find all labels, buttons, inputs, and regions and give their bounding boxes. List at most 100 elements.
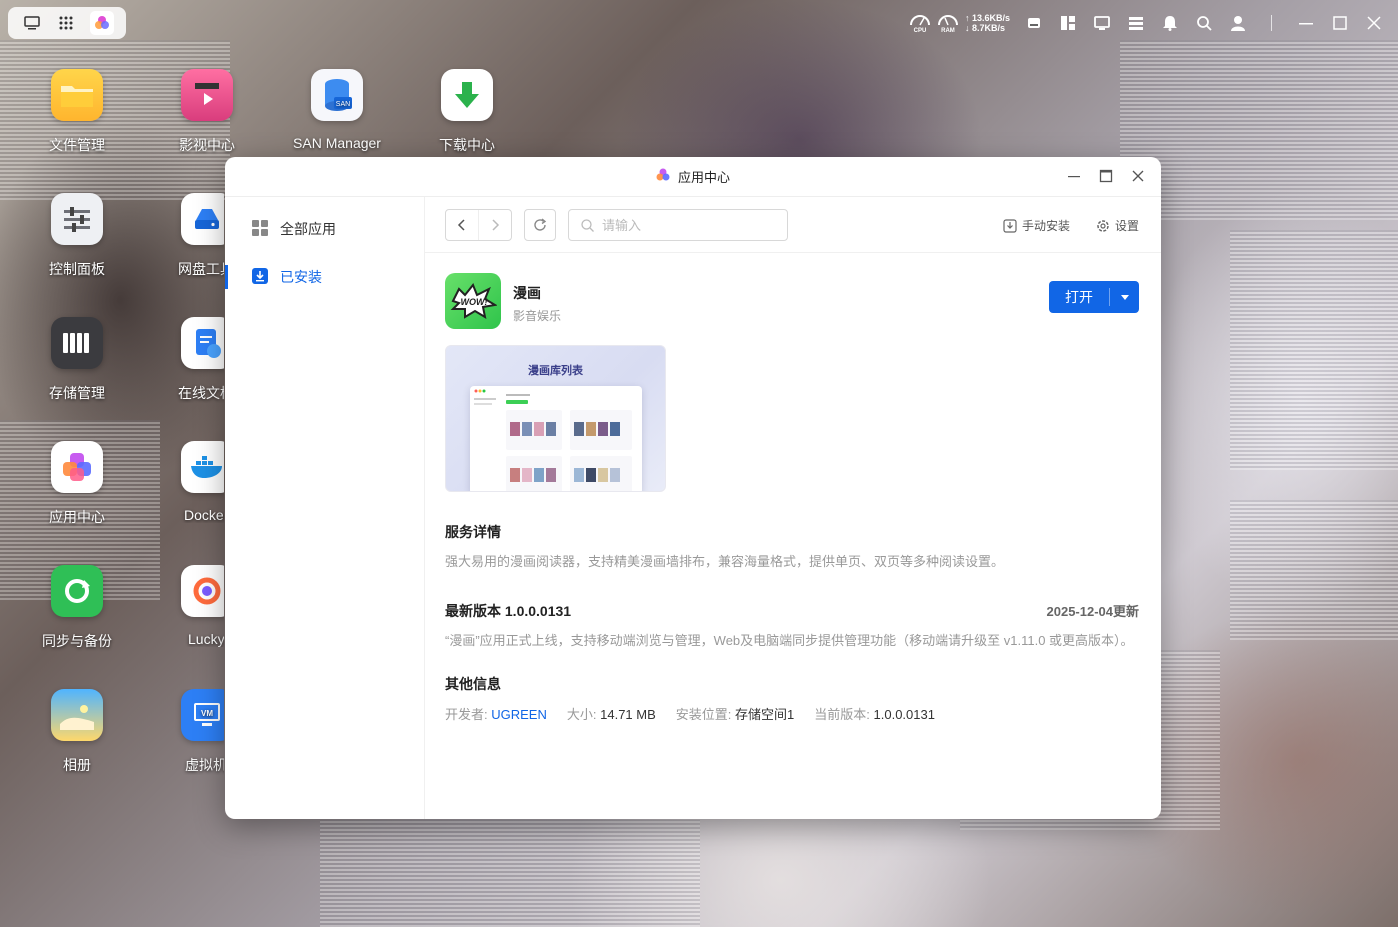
monitor-icon[interactable]: [1092, 13, 1112, 33]
desktop-app-download-center[interactable]: 下载中心: [412, 69, 522, 155]
desktop-app-label: Lucky: [188, 631, 224, 647]
manual-install-button[interactable]: 手动安装: [1003, 217, 1070, 234]
version-notes: “漫画”应用正式上线，支持移动端浏览与管理，Web及电脑端同步提供管理功能（移动…: [445, 633, 1134, 648]
window-titlebar[interactable]: 应用中心: [225, 157, 1161, 197]
app-detail: WOW! 漫画 影音娱乐 打开 漫画库列表 服务详情 强大易用的漫画阅读器，支持…: [445, 273, 1139, 723]
sidebar-item-label: 已安装: [280, 269, 322, 285]
desktop-app-label: 同步与备份: [42, 633, 112, 649]
desktop-app-storage-manager[interactable]: 存储管理: [22, 317, 132, 403]
version-row: 最新版本 1.0.0.0131 2025-12-04更新: [445, 601, 1139, 621]
sidebar-item-installed[interactable]: 已安装: [225, 261, 424, 293]
settings-label: 设置: [1114, 219, 1139, 233]
desktop-app-label: 相册: [63, 757, 91, 773]
drive-icon[interactable]: [1024, 13, 1044, 33]
app-center-taskbar-icon[interactable]: [90, 11, 114, 35]
upload-speed: 13.6KB/s: [971, 13, 1010, 23]
desktop-app-virtual-machine[interactable]: VM 虚拟机: [152, 689, 224, 775]
system-monitor[interactable]: CPU RAM ↑ 13.6KB/s ↓ 8.7KB/s: [909, 12, 1010, 34]
current-version-value: 1.0.0.0131: [873, 707, 935, 722]
app-screenshot[interactable]: 漫画库列表: [445, 345, 666, 492]
photo-icon: [51, 689, 103, 741]
size-key: 大小:: [566, 707, 597, 722]
minimize-icon[interactable]: [1296, 13, 1316, 33]
app-header: WOW! 漫画 影音娱乐 打开: [445, 273, 1139, 329]
upload-arrow-icon: ↑: [964, 13, 972, 23]
screenshot-title: 漫画库列表: [528, 365, 583, 377]
back-button[interactable]: [446, 210, 478, 240]
open-button[interactable]: 打开: [1049, 281, 1109, 313]
desktop-app-app-center[interactable]: 应用中心: [22, 441, 132, 527]
open-button-group: 打开: [1049, 281, 1139, 313]
svg-text:VM: VM: [201, 709, 213, 718]
desktop-app-sync-backup[interactable]: 同步与备份: [22, 565, 132, 651]
other-info-row: 开发者: UGREEN 大小: 14.71 MB 安装位置: 存储空间1 当前版…: [445, 704, 1139, 723]
app-grid-icon[interactable]: [56, 13, 76, 33]
drive-icon: [181, 193, 224, 245]
developer-link[interactable]: UGREEN: [491, 707, 547, 722]
server-icon[interactable]: [1126, 13, 1146, 33]
chevron-left-icon: [457, 219, 465, 231]
desktop-app-lucky[interactable]: Lucky: [152, 565, 224, 647]
folder-icon: [51, 69, 103, 121]
open-dropdown-button[interactable]: [1109, 288, 1139, 306]
taskbar-left: [8, 7, 126, 39]
close-icon[interactable]: [1364, 13, 1384, 33]
search-input[interactable]: [602, 217, 772, 233]
manual-install-label: 手动安装: [1021, 219, 1070, 233]
desktop-app-file-manager[interactable]: 文件管理: [22, 69, 132, 155]
sliders-icon: [51, 193, 103, 245]
svg-text:SAN: SAN: [336, 101, 350, 108]
window-maximize-icon[interactable]: [1099, 169, 1113, 183]
current-version-key: 当前版本:: [814, 707, 870, 722]
grid-icon: [252, 219, 268, 239]
download-icon: [441, 69, 493, 121]
desktop-icon[interactable]: [22, 13, 42, 33]
desktop-app-label: 存储管理: [49, 385, 105, 401]
logo-text: WOW!: [461, 297, 488, 307]
caret-down-icon: [1120, 294, 1129, 300]
desktop-app-control-panel[interactable]: 控制面板: [22, 193, 132, 279]
top-bar: CPU RAM ↑ 13.6KB/s ↓ 8.7KB/s: [0, 0, 1398, 46]
ram-gauge-icon: RAM: [937, 12, 959, 34]
desktop-app-label: 文件管理: [49, 137, 105, 153]
search-icon[interactable]: [1194, 13, 1214, 33]
cpu-label: CPU: [913, 28, 927, 34]
desktop-app-label: SAN Manager: [293, 135, 381, 151]
desktop-app-san-manager[interactable]: SAN SAN Manager: [282, 69, 392, 151]
app-name: 漫画: [513, 285, 541, 301]
installed-download-icon: [252, 267, 268, 287]
app-center-window: 应用中心 全部应用 已安装 请输入 手动安装 设置 WOW! 漫画 影音娱乐 打…: [225, 157, 1161, 819]
forward-button[interactable]: [478, 210, 511, 240]
ram-label: RAM: [941, 28, 955, 34]
maximize-icon[interactable]: [1330, 13, 1350, 33]
desktop-app-label: Docker: [184, 507, 224, 523]
layout-icon[interactable]: [1058, 13, 1078, 33]
sync-icon: [51, 565, 103, 617]
taskbar-right: CPU RAM ↑ 13.6KB/s ↓ 8.7KB/s: [909, 7, 1384, 39]
latest-version-title: 最新版本 1.0.0.0131: [445, 603, 572, 619]
install-location-value: 存储空间1: [735, 707, 795, 722]
desktop-app-label: 影视中心: [179, 137, 235, 153]
refresh-button[interactable]: [524, 209, 556, 241]
search-box: [568, 209, 788, 241]
app-center-icon: [51, 441, 103, 493]
desktop-app-netdisk-tool[interactable]: 网盘工具: [152, 193, 224, 279]
settings-button[interactable]: 设置: [1096, 217, 1139, 234]
video-icon: [181, 69, 233, 121]
desktop-app-label: 控制面板: [49, 261, 105, 277]
desktop-app-photos[interactable]: 相册: [22, 689, 132, 775]
desktop-app-online-docs[interactable]: 在线文档: [152, 317, 224, 403]
developer-key: 开发者:: [445, 707, 488, 722]
bell-icon[interactable]: [1160, 13, 1180, 33]
desktop-app-docker[interactable]: Docker: [152, 441, 224, 523]
window-title: 应用中心: [677, 170, 730, 185]
service-details-text: 强大易用的漫画阅读器，支持精美漫画墙排布，兼容海量格式，提供单页、双页等多种阅读…: [445, 554, 1005, 569]
window-close-icon[interactable]: [1131, 169, 1145, 183]
refresh-icon: [534, 218, 547, 231]
sidebar-item-all-apps[interactable]: 全部应用: [225, 213, 424, 245]
sidebar-item-label: 全部应用: [280, 221, 336, 237]
user-icon[interactable]: [1228, 13, 1248, 33]
window-minimize-icon[interactable]: [1067, 169, 1081, 183]
separator-icon: [1262, 13, 1282, 33]
desktop-app-video-center[interactable]: 影视中心: [152, 69, 262, 155]
